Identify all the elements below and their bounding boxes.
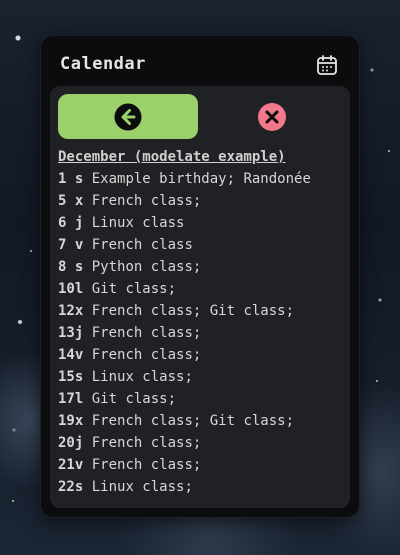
event-text: French class [91, 237, 193, 253]
event-list: December (modelate example) 1 s Example … [58, 146, 348, 498]
star [376, 380, 378, 382]
list-item: 10l Git class; [58, 278, 348, 300]
event-text: Git class; [91, 281, 177, 297]
list-item: 7 v French class [58, 234, 348, 256]
widget-title: Calendar [60, 54, 146, 74]
event-day: 1 s [58, 171, 84, 187]
event-text: French class; [91, 435, 202, 451]
event-day: 8 s [58, 259, 84, 275]
list-item: 8 s Python class; [58, 256, 348, 278]
calendar-panel: December (modelate example) 1 s Example … [50, 86, 350, 508]
list-item: 1 s Example birthday; Randonée [58, 168, 348, 190]
list-item: 14v French class; [58, 344, 348, 366]
list-item: 17l Git class; [58, 388, 348, 410]
event-text: French class; [91, 325, 202, 341]
event-day: 6 j [58, 215, 84, 231]
close-circle-icon [265, 110, 279, 124]
list-item: 21v French class; [58, 454, 348, 476]
list-item: 5 x French class; [58, 190, 348, 212]
event-text: French class; Git class; [91, 413, 295, 429]
event-day: 5 x [58, 193, 84, 209]
list-item: 12x French class; Git class; [58, 300, 348, 322]
calendar-widget: Calendar December (modelate example) 1 s… [41, 36, 359, 517]
event-day: 14v [58, 347, 84, 363]
list-item: 22s Linux class; [58, 476, 348, 498]
list-item: 6 j Linux class [58, 212, 348, 234]
event-day: 20j [58, 435, 84, 451]
event-text: Python class; [91, 259, 202, 275]
event-text: Example birthday; Randonée [91, 171, 311, 187]
month-heading: December (modelate example) [58, 149, 286, 165]
star [388, 150, 390, 152]
list-item: 15s Linux class; [58, 366, 348, 388]
event-day: 13j [58, 325, 84, 341]
event-text: French class; [91, 347, 202, 363]
close-button[interactable] [258, 103, 286, 131]
star [30, 250, 32, 252]
calendar-icon[interactable] [316, 54, 338, 76]
event-text: Linux class; [91, 369, 193, 385]
event-day: 10l [58, 281, 84, 297]
event-text: French class; Git class; [91, 303, 295, 319]
event-day: 7 v [58, 237, 84, 253]
event-day: 22s [58, 479, 84, 495]
event-day: 12x [58, 303, 84, 319]
event-text: French class; [91, 193, 202, 209]
event-text: Linux class [91, 215, 185, 231]
event-day: 21v [58, 457, 84, 473]
list-item: 20j French class; [58, 432, 348, 454]
arrow-left-circle-icon [114, 103, 142, 130]
event-text: Git class; [91, 391, 177, 407]
back-button[interactable] [58, 94, 198, 139]
event-day: 17l [58, 391, 84, 407]
list-item: 13j French class; [58, 322, 348, 344]
event-text: Linux class; [91, 479, 193, 495]
star [12, 500, 14, 502]
event-day: 19x [58, 413, 84, 429]
list-item: 19x French class; Git class; [58, 410, 348, 432]
event-text: French class; [91, 457, 202, 473]
event-day: 15s [58, 369, 84, 385]
